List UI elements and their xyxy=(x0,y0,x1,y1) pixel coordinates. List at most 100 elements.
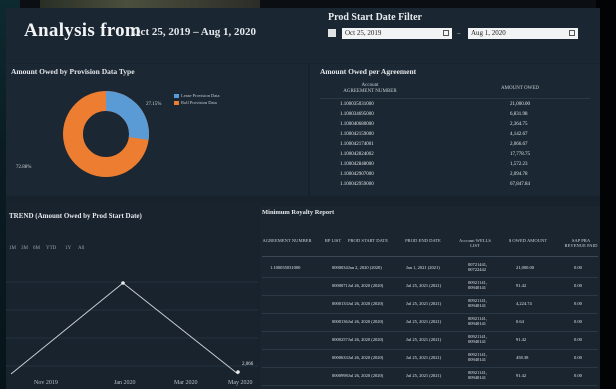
legend-item-lease: Lease Provision Data xyxy=(174,93,220,98)
amount-owed: 2,094.78 xyxy=(510,172,528,177)
table-row-divider xyxy=(262,331,598,332)
table-row-divider xyxy=(262,367,598,368)
agreement-number: 1.100042959000 xyxy=(340,182,374,187)
royalty-cell: Jan 2, 2020 (2020) xyxy=(348,265,382,270)
table-row-divider xyxy=(262,349,598,350)
royalty-title: Minimum Royalty Report xyxy=(262,209,335,216)
royalty-cell: 00921141, 00940141 xyxy=(468,352,487,362)
dashboard-screen: Analysis from Oct 25, 2019 – Aug 1, 2020… xyxy=(6,8,600,389)
royalty-col-header: PROD END DATE xyxy=(405,238,441,243)
royalty-cell: Jul 25, 2021 (2021) xyxy=(406,337,442,342)
royalty-cell: 0.00 xyxy=(574,337,582,342)
agreement-title: Amount Owed per Agreement xyxy=(320,67,417,76)
royalty-cell: Jul 26, 2020 (2020) xyxy=(348,283,384,288)
royalty-cell: Jul 25, 2021 (2021) xyxy=(406,319,442,324)
page-date-range: Oct 25, 2019 – Aug 1, 2020 xyxy=(132,26,257,38)
trend-point-label: 2,066 xyxy=(242,362,254,367)
royalty-cell: 458.38 xyxy=(516,355,529,360)
table-row-divider xyxy=(262,385,598,386)
table-row-divider xyxy=(262,277,598,278)
royalty-col-header: SAP PRA REVENUE PAID xyxy=(564,238,598,248)
trend-chart xyxy=(6,281,258,375)
filter-start-date-value: Oct 25, 2019 xyxy=(345,29,382,37)
royalty-cell: 0.00 xyxy=(574,373,582,378)
trend-point[interactable] xyxy=(236,370,240,374)
filter-separator: – xyxy=(457,29,461,37)
royalty-cell: Jul 26, 2020 (2020) xyxy=(348,337,384,342)
royalty-cell: 00921141, 00940141 xyxy=(468,298,487,308)
agreement-col-header-1: Account AGREEMENT NUMBER xyxy=(343,83,397,94)
royalty-cell: 0000034 xyxy=(332,265,348,270)
royalty-cell: 4,224.74 xyxy=(516,301,532,306)
royalty-cell: 00921141, 00940141 xyxy=(468,334,487,344)
royalty-cell: 91.42 xyxy=(516,337,527,342)
royalty-cell: 0.00 xyxy=(574,355,582,360)
table-row-divider xyxy=(262,295,598,296)
agreement-number: 1.100042824002 xyxy=(340,152,374,157)
filter-checkbox[interactable] xyxy=(328,29,336,37)
royalty-cell: 0.00 xyxy=(574,265,582,270)
royalty-cell: 0000133 xyxy=(332,301,348,306)
royalty-cell: 0000633 xyxy=(332,355,348,360)
royalty-cell: 00921141, 00940141 xyxy=(468,280,487,290)
agreement-number: 1.100042159000 xyxy=(340,132,374,137)
agreement-number: 1.100035031000 xyxy=(340,102,374,107)
donut-label-orange: 72.88% xyxy=(16,165,32,170)
royalty-cell: 91.42 xyxy=(516,283,527,288)
royalty-col-header: AGREEMENT NUMBER xyxy=(262,238,312,243)
royalty-cell: 0.00 xyxy=(574,301,582,306)
amount-owed: 67,847.84 xyxy=(510,182,530,187)
x-axis-label: Nov 2019 xyxy=(34,380,58,386)
donut-chart xyxy=(63,91,149,177)
agreement-number: 1.100042174001 xyxy=(340,142,374,147)
x-axis-label: May 2020 xyxy=(228,380,253,386)
amount-owed: 2,066.67 xyxy=(510,142,528,147)
amount-owed: 1,572.23 xyxy=(510,162,528,167)
x-axis-label: Mar 2020 xyxy=(174,380,198,386)
royalty-cell: 0000071 xyxy=(332,283,348,288)
amount-owed: 17,778.75 xyxy=(510,152,530,157)
royalty-col-header: PROD START DATE xyxy=(347,238,389,243)
royalty-cell: Jul 26, 2020 (2020) xyxy=(348,319,384,324)
royalty-cell: Jul 25, 2021 (2021) xyxy=(406,373,442,378)
royalty-cell: Jan 1, 2021 (2021) xyxy=(406,265,440,270)
trend-point[interactable] xyxy=(121,281,125,285)
royalty-cell: 00921141, 00940141 xyxy=(468,316,487,326)
table-divider xyxy=(262,256,598,257)
royalty-cell: Jul 26, 2020 (2020) xyxy=(348,301,384,306)
royalty-cell: 1.100035031000 xyxy=(270,265,301,270)
agreement-panel: Amount Owed per Agreement Account AGREEME… xyxy=(310,64,600,196)
calendar-icon[interactable] xyxy=(569,30,575,36)
royalty-cell: Jul 26, 2020 (2020) xyxy=(348,355,384,360)
filter-start-date-input[interactable]: Oct 25, 2019 xyxy=(342,28,452,39)
trend-line xyxy=(10,282,239,375)
royalty-cell: 0.00 xyxy=(574,319,582,324)
royalty-cell: Jul 25, 2021 (2021) xyxy=(406,301,442,306)
agreement-number: 1.100040680000 xyxy=(340,122,374,127)
trend-panel: TREND (Amount Owed by Prod Start Date) 1… xyxy=(6,202,258,389)
filter-title: Prod Start Date Filter xyxy=(328,12,422,23)
royalty-cell: 0000998 xyxy=(332,373,348,378)
royalty-cell: 91.42 xyxy=(516,373,527,378)
agreement-number: 1.100042907000 xyxy=(340,172,374,177)
table-row-divider xyxy=(262,313,598,314)
donut-label-blue: 27.15% xyxy=(146,102,162,107)
dashboard-header: Analysis from Oct 25, 2019 – Aug 1, 2020… xyxy=(6,8,600,63)
donut-panel: Amount Owed by Provision Data Type 27.15… xyxy=(6,64,308,196)
royalty-col-header: RP LIST xyxy=(324,238,342,243)
amount-owed: 21,000.00 xyxy=(510,102,530,107)
royalty-cell: Jul 26, 2020 (2020) xyxy=(348,373,384,378)
table-divider xyxy=(320,98,590,99)
filter-end-date-input[interactable]: Aug 1, 2020 xyxy=(468,28,578,39)
amount-owed: 4,142.67 xyxy=(510,132,528,137)
royalty-col-header: $ OWED AMOUNT xyxy=(508,238,548,243)
agreement-number: 1.100034695000 xyxy=(340,112,374,117)
amount-owed: 2,364.75 xyxy=(510,122,528,127)
calendar-icon[interactable] xyxy=(443,30,449,36)
royalty-cell: 0.64 xyxy=(516,319,524,324)
legend-swatch-orange xyxy=(174,100,179,105)
filter-end-date-value: Aug 1, 2020 xyxy=(471,29,506,37)
legend-item-roll: Roll Provision Data xyxy=(174,100,217,105)
royalty-cell: Jul 25, 2021 (2021) xyxy=(406,283,442,288)
royalty-cell: 0000136 xyxy=(332,319,348,324)
